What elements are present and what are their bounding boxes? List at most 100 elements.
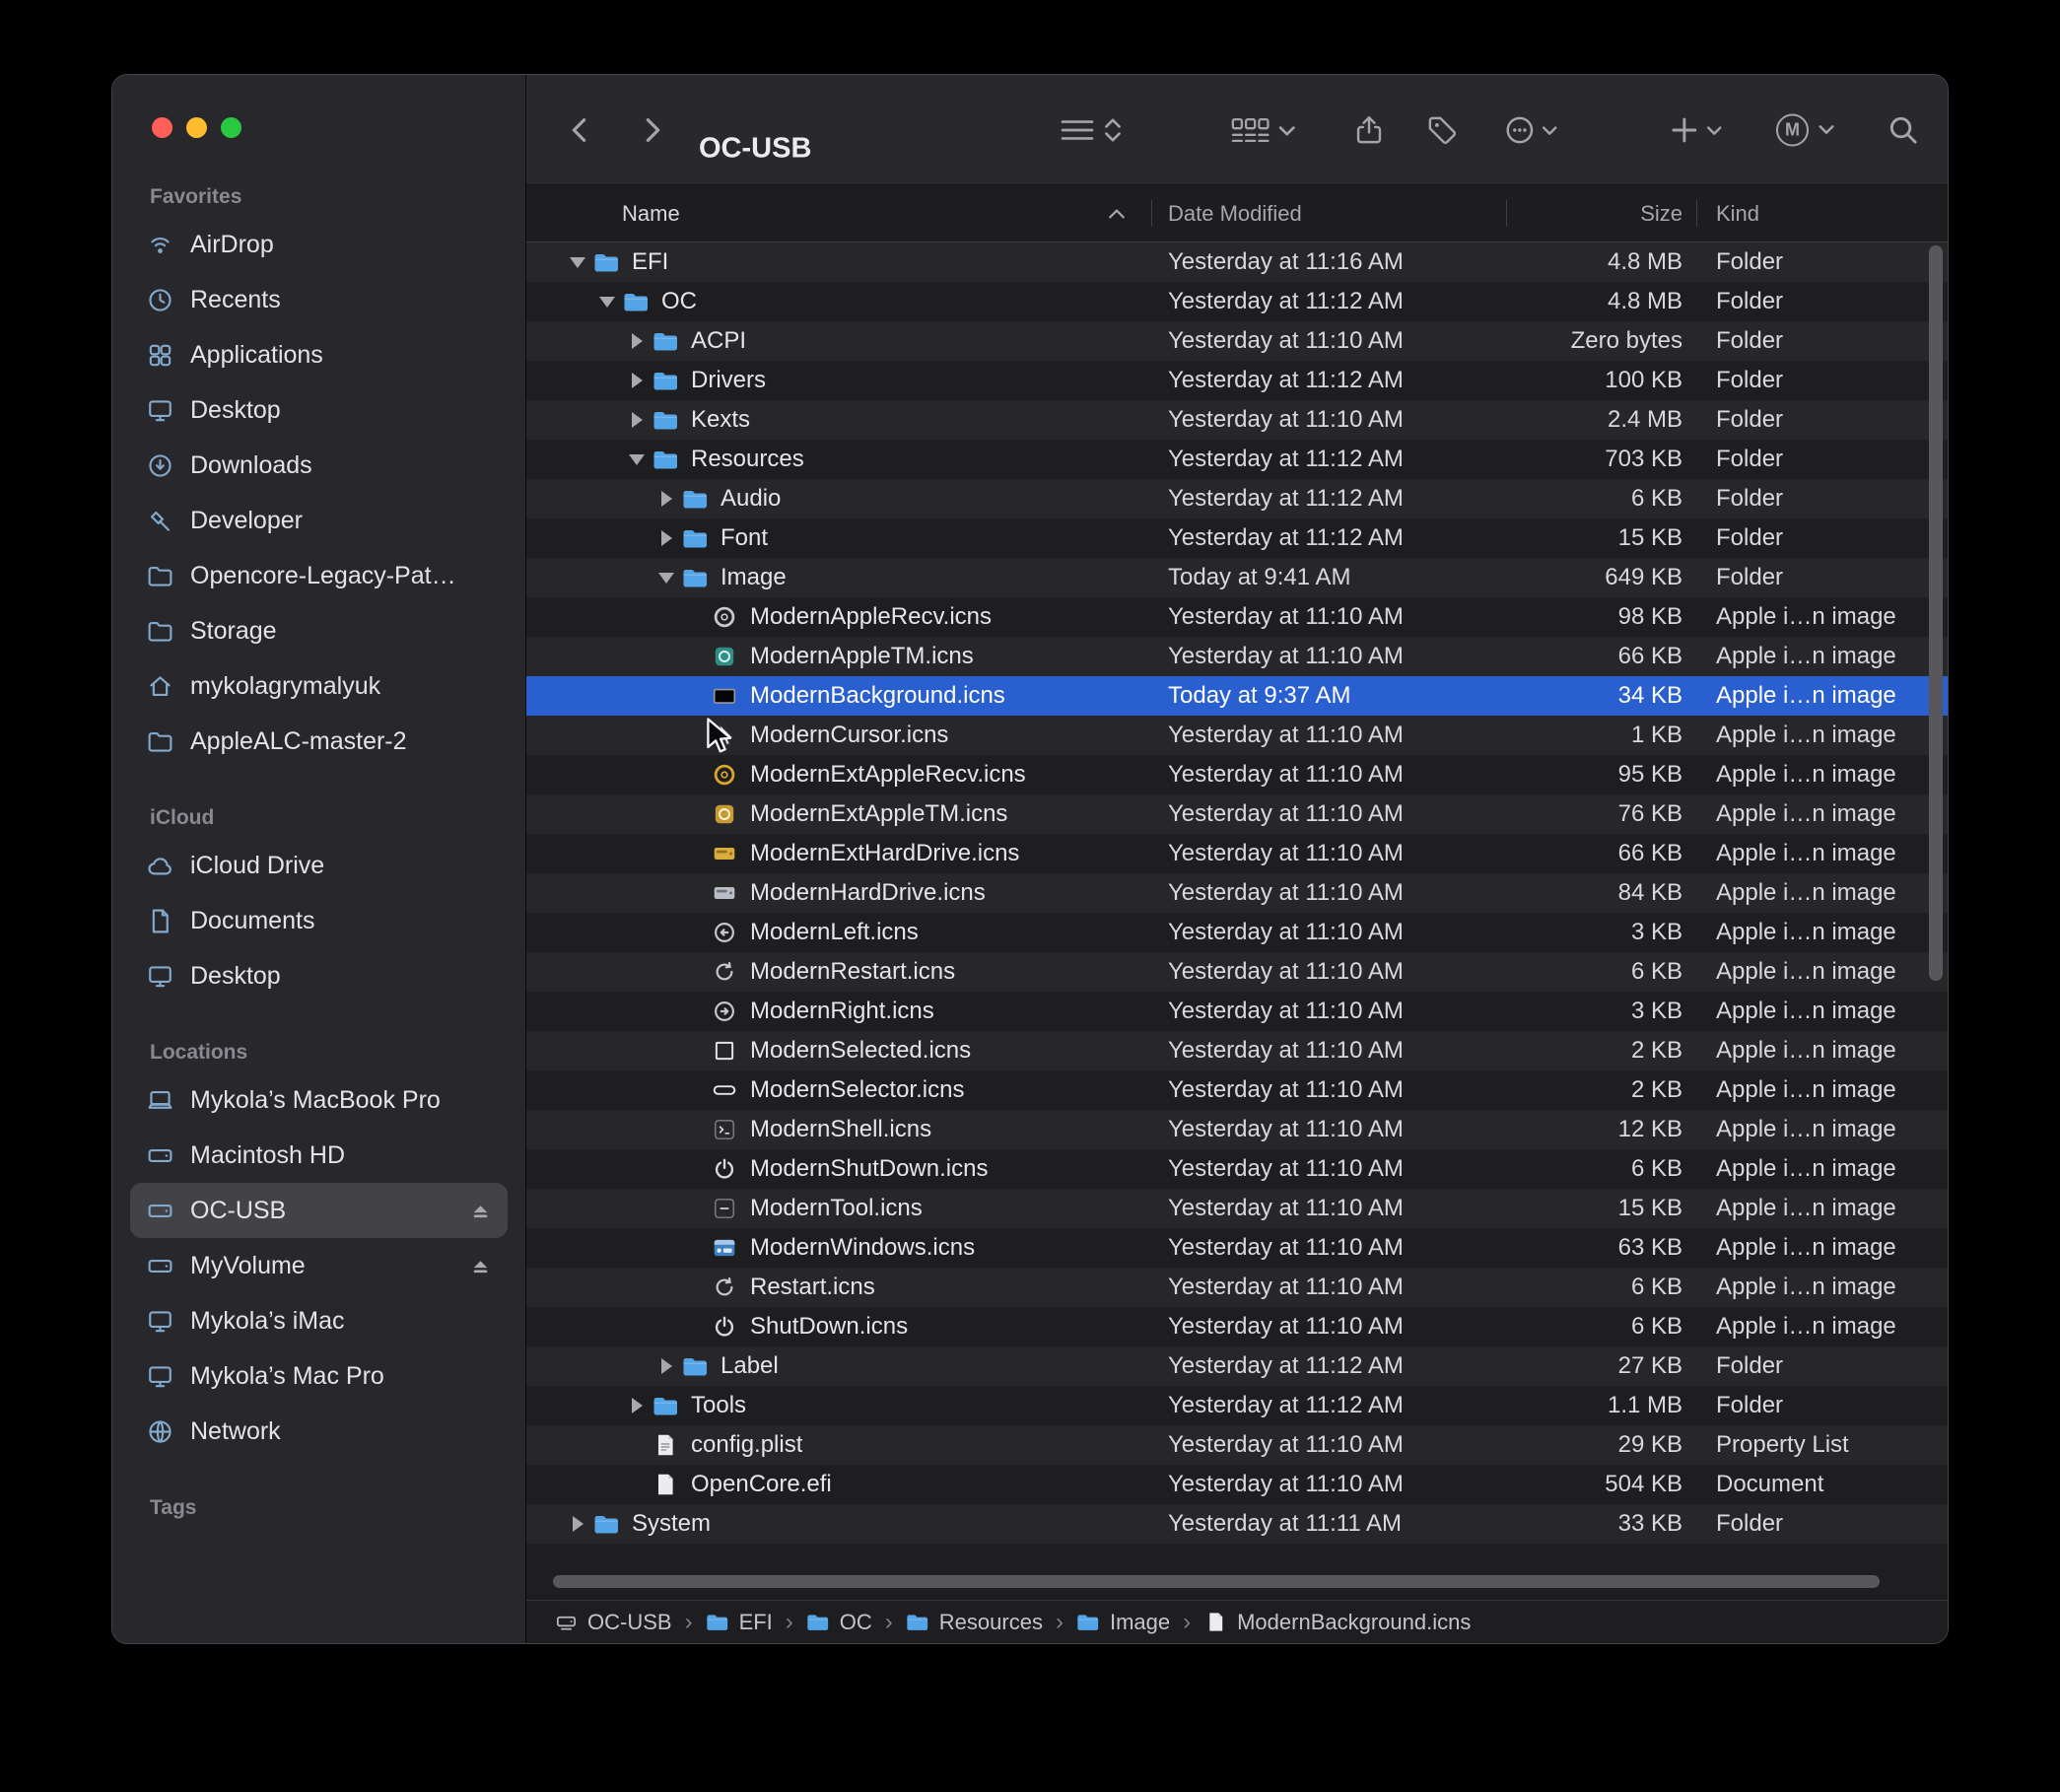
file-date-modified: Yesterday at 11:10 AM	[1151, 1234, 1506, 1262]
eject-icon[interactable]	[467, 1198, 493, 1223]
column-header-kind[interactable]: Kind	[1696, 185, 1948, 241]
sidebar-item-developer[interactable]: Developer	[130, 493, 508, 548]
table-row[interactable]: ModernTool.icnsYesterday at 11:10 AM15 K…	[526, 1189, 1948, 1228]
disclosure-triangle[interactable]	[592, 297, 622, 308]
sidebar-item-documents[interactable]: Documents	[130, 893, 508, 948]
sidebar-item-mykola-s-mac-pro[interactable]: Mykola’s Mac Pro	[130, 1348, 508, 1404]
drive-icon	[145, 1140, 174, 1170]
table-row[interactable]: ModernBackground.icnsToday at 9:37 AM34 …	[526, 676, 1948, 716]
zoom-window-button[interactable]	[221, 117, 241, 138]
close-window-button[interactable]	[152, 117, 172, 138]
sidebar-item-opencore-legacy-pat-[interactable]: Opencore-Legacy-Pat…	[130, 548, 508, 603]
pathbar-item[interactable]: OC-USB	[554, 1610, 672, 1635]
sidebar-item-applications[interactable]: Applications	[130, 327, 508, 382]
pathbar-item[interactable]: Image	[1076, 1610, 1170, 1635]
file-date-modified: Yesterday at 11:12 AM	[1151, 1392, 1506, 1419]
sidebar-item-mykola-s-imac[interactable]: Mykola’s iMac	[130, 1293, 508, 1348]
tags-button[interactable]	[1425, 113, 1459, 147]
table-row[interactable]: ModernSelected.icnsYesterday at 11:10 AM…	[526, 1031, 1948, 1070]
name-cell: ModernHardDrive.icns	[526, 879, 1151, 907]
pathbar-item[interactable]: OC	[806, 1610, 872, 1635]
table-row[interactable]: ModernExtAppleTM.icnsYesterday at 11:10 …	[526, 794, 1948, 834]
sidebar-item-mykolagrymalyuk[interactable]: mykolagrymalyuk	[130, 658, 508, 714]
disclosure-triangle[interactable]	[622, 412, 652, 428]
table-row[interactable]: FontYesterday at 11:12 AM15 KBFolder	[526, 518, 1948, 558]
table-row[interactable]: ModernAppleTM.icnsYesterday at 11:10 AM6…	[526, 637, 1948, 676]
search-button[interactable]	[1887, 113, 1920, 147]
disclosure-triangle[interactable]	[622, 1398, 652, 1413]
vertical-scrollbar-thumb[interactable]	[1929, 245, 1943, 981]
file-date-modified: Yesterday at 11:12 AM	[1151, 1352, 1506, 1380]
table-row[interactable]: SystemYesterday at 11:11 AM33 KBFolder	[526, 1504, 1948, 1544]
table-row[interactable]: ModernSelector.icnsYesterday at 11:10 AM…	[526, 1070, 1948, 1110]
sidebar-item-desktop[interactable]: Desktop	[130, 948, 508, 1003]
sidebar-item-downloads[interactable]: Downloads	[130, 438, 508, 493]
disclosure-triangle[interactable]	[652, 530, 681, 546]
column-header-name[interactable]: Name	[526, 185, 1151, 241]
pathbar-item[interactable]: EFI	[706, 1610, 773, 1635]
disclosure-triangle[interactable]	[622, 333, 652, 349]
sidebar-item-icloud-drive[interactable]: iCloud Drive	[130, 838, 508, 893]
table-row[interactable]: EFIYesterday at 11:16 AM4.8 MBFolder	[526, 242, 1948, 282]
sidebar-item-macintosh-hd[interactable]: Macintosh HD	[130, 1128, 508, 1183]
view-options-button[interactable]	[1057, 113, 1128, 147]
pathbar-item[interactable]: ModernBackground.icns	[1203, 1610, 1471, 1635]
table-row[interactable]: ModernShell.icnsYesterday at 11:10 AM12 …	[526, 1110, 1948, 1149]
column-header-date-modified[interactable]: Date Modified	[1151, 185, 1506, 241]
back-button[interactable]	[564, 113, 597, 147]
name-cell: ModernExtAppleRecv.icns	[526, 761, 1151, 789]
table-row[interactable]: OpenCore.efiYesterday at 11:10 AM504 KBD…	[526, 1465, 1948, 1504]
sidebar-item-mykola-s-macbook-pro[interactable]: Mykola’s MacBook Pro	[130, 1072, 508, 1128]
sidebar-item-desktop[interactable]: Desktop	[130, 382, 508, 438]
disclosure-triangle[interactable]	[563, 1516, 592, 1532]
sidebar-item-oc-usb[interactable]: OC-USB	[130, 1183, 508, 1238]
table-row[interactable]: ModernRestart.icnsYesterday at 11:10 AM6…	[526, 952, 1948, 992]
disclosure-triangle[interactable]	[652, 491, 681, 507]
minimize-window-button[interactable]	[186, 117, 207, 138]
disclosure-triangle[interactable]	[652, 573, 681, 584]
column-header-size[interactable]: Size	[1506, 185, 1696, 241]
sidebar-item-airdrop[interactable]: AirDrop	[130, 217, 508, 272]
more-actions-button[interactable]	[1504, 113, 1559, 147]
table-row[interactable]: KextsYesterday at 11:10 AM2.4 MBFolder	[526, 400, 1948, 440]
cloud-icon	[145, 851, 174, 880]
eject-icon[interactable]	[467, 1253, 493, 1278]
table-row[interactable]: ToolsYesterday at 11:12 AM1.1 MBFolder	[526, 1386, 1948, 1425]
table-row[interactable]: ImageToday at 9:41 AM649 KBFolder	[526, 558, 1948, 597]
table-row[interactable]: config.plistYesterday at 11:10 AM29 KBPr…	[526, 1425, 1948, 1465]
table-row[interactable]: Restart.icnsYesterday at 11:10 AM6 KBApp…	[526, 1268, 1948, 1307]
account-button[interactable]: M	[1776, 113, 1836, 146]
disclosure-triangle[interactable]	[622, 454, 652, 465]
sidebar-item-applealc-master-2[interactable]: AppleALC-master-2	[130, 714, 508, 769]
table-row[interactable]: ModernWindows.icnsYesterday at 11:10 AM6…	[526, 1228, 1948, 1268]
sidebar-item-storage[interactable]: Storage	[130, 603, 508, 658]
table-row[interactable]: ModernAppleRecv.icnsYesterday at 11:10 A…	[526, 597, 1948, 637]
table-row[interactable]: ModernExtAppleRecv.icnsYesterday at 11:1…	[526, 755, 1948, 794]
sidebar-item-recents[interactable]: Recents	[130, 272, 508, 327]
table-row[interactable]: ModernLeft.icnsYesterday at 11:10 AM3 KB…	[526, 913, 1948, 952]
pathbar-item[interactable]: Resources	[906, 1610, 1043, 1635]
forward-button[interactable]	[635, 113, 668, 147]
disclosure-triangle[interactable]	[622, 373, 652, 388]
disclosure-triangle[interactable]	[652, 1358, 681, 1374]
table-row[interactable]: DriversYesterday at 11:12 AM100 KBFolder	[526, 361, 1948, 400]
table-row[interactable]: ShutDown.icnsYesterday at 11:10 AM6 KBAp…	[526, 1307, 1948, 1346]
table-row[interactable]: ModernShutDown.icnsYesterday at 11:10 AM…	[526, 1149, 1948, 1189]
table-row[interactable]: ModernRight.icnsYesterday at 11:10 AM3 K…	[526, 992, 1948, 1031]
table-row[interactable]: ModernHardDrive.icnsYesterday at 11:10 A…	[526, 873, 1948, 913]
table-row[interactable]: LabelYesterday at 11:12 AM27 KBFolder	[526, 1346, 1948, 1386]
table-row[interactable]: ModernExtHardDrive.icnsYesterday at 11:1…	[526, 834, 1948, 873]
table-row[interactable]: ACPIYesterday at 11:10 AMZero bytesFolde…	[526, 321, 1948, 361]
horizontal-scrollbar-thumb[interactable]	[553, 1575, 1880, 1588]
share-button[interactable]	[1352, 113, 1386, 147]
sidebar-item-label: Recents	[190, 286, 281, 314]
sidebar-item-myvolume[interactable]: MyVolume	[130, 1238, 508, 1293]
disclosure-triangle[interactable]	[563, 257, 592, 268]
sidebar-item-network[interactable]: Network	[130, 1404, 508, 1459]
table-row[interactable]: ResourcesYesterday at 11:12 AM703 KBFold…	[526, 440, 1948, 479]
group-by-button[interactable]	[1228, 113, 1297, 147]
table-row[interactable]: ModernCursor.icnsYesterday at 11:10 AM1 …	[526, 716, 1948, 755]
table-row[interactable]: AudioYesterday at 11:12 AM6 KBFolder	[526, 479, 1948, 518]
new-item-button[interactable]	[1670, 113, 1723, 147]
table-row[interactable]: OCYesterday at 11:12 AM4.8 MBFolder	[526, 282, 1948, 321]
